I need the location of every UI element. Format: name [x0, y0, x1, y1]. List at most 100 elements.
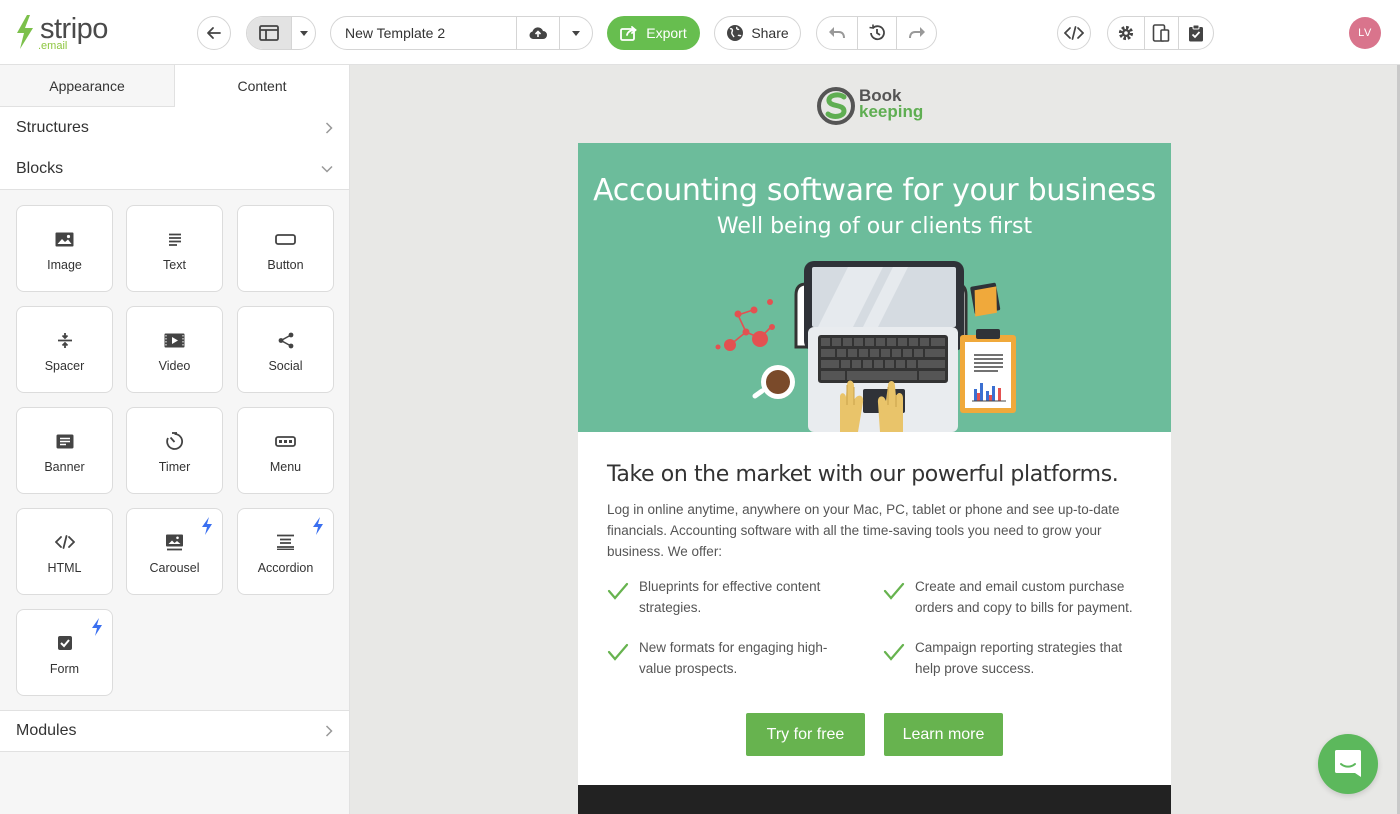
blocks-section[interactable]: Blocks [0, 148, 349, 190]
feature-text: Create and email custom purchase orders … [915, 579, 1133, 615]
share-icon [275, 330, 297, 350]
export-label: Export [646, 25, 687, 41]
devices-icon [1153, 24, 1170, 42]
video-icon [164, 330, 186, 350]
carousel-icon [164, 532, 186, 552]
block-carousel[interactable]: Carousel [126, 508, 223, 595]
brand-line-2: keeping [859, 102, 924, 121]
block-menu[interactable]: Menu [237, 407, 334, 494]
content-heading[interactable]: Take on the market with our powerful pla… [607, 462, 1119, 487]
preview-devices-button[interactable] [1143, 17, 1179, 49]
chevron-right-icon [325, 121, 333, 134]
redo-button[interactable] [896, 17, 936, 49]
email-footer-bar[interactable] [578, 785, 1171, 814]
user-avatar[interactable]: LV [1349, 17, 1381, 49]
menu-icon [275, 431, 297, 451]
block-label: Button [267, 258, 304, 272]
history-icon [869, 24, 885, 41]
save-cloud-button[interactable] [516, 17, 559, 49]
tab-appearance[interactable]: Appearance [0, 65, 175, 107]
block-label: Social [268, 359, 303, 373]
code-icon [1064, 26, 1084, 40]
feature-item[interactable]: Create and email custom purchase orders … [883, 576, 1151, 618]
block-text[interactable]: Text [126, 205, 223, 292]
block-label: Image [47, 258, 82, 272]
modules-label: Modules [16, 722, 77, 739]
amp-lightning-icon [92, 618, 102, 636]
bookkeeping-logo[interactable]: Book keeping [817, 85, 933, 127]
tools-group [1107, 16, 1214, 50]
amp-lightning-icon [313, 517, 323, 535]
top-toolbar: stripo .email Export Share [0, 0, 1400, 65]
timer-icon [164, 431, 186, 451]
gear-icon [1118, 25, 1133, 41]
chat-icon [1335, 750, 1361, 777]
banner-icon [54, 431, 76, 451]
block-timer[interactable]: Timer [126, 407, 223, 494]
checkbox-icon [54, 633, 76, 653]
layout-dropdown-button[interactable] [291, 17, 315, 49]
feature-item[interactable]: Blueprints for effective content strateg… [607, 576, 847, 618]
settings-button[interactable] [1108, 17, 1144, 49]
intro-paragraph[interactable]: Log in online anytime, anywhere on your … [607, 499, 1147, 562]
tab-content[interactable]: Content [175, 65, 349, 107]
layout-view-button[interactable] [247, 17, 292, 49]
block-label: Menu [269, 460, 302, 474]
button-icon [275, 229, 297, 249]
blocks-label: Blocks [16, 159, 64, 177]
amp-lightning-icon [202, 517, 212, 535]
chevron-right-icon [325, 725, 333, 737]
globe-icon [727, 25, 744, 41]
feature-item[interactable]: New formats for engaging high-value pros… [607, 637, 847, 679]
learn-more-button[interactable]: Learn more [884, 713, 1003, 756]
caret-down-icon [299, 30, 308, 36]
stripo-logo[interactable]: stripo .email [14, 12, 124, 54]
structures-section[interactable]: Structures [0, 107, 349, 149]
checkmark-icon [607, 643, 629, 661]
left-panel: Appearance Content Structures Blocks Ima… [0, 65, 350, 814]
block-label: Timer [158, 460, 191, 474]
email-body: Accounting software for your business We… [578, 143, 1171, 814]
logo-suffix: .email [38, 40, 68, 52]
block-label: Text [163, 258, 186, 272]
arrow-left-icon [207, 27, 221, 39]
block-accordion[interactable]: Accordion [237, 508, 334, 595]
undo-button[interactable] [817, 17, 857, 49]
block-spacer[interactable]: Spacer [16, 306, 113, 393]
try-for-free-button[interactable]: Try for free [746, 713, 865, 756]
panel-tabs: Appearance Content [0, 65, 349, 107]
save-dropdown-button[interactable] [558, 17, 592, 49]
support-chat-button[interactable] [1318, 734, 1378, 794]
export-button[interactable]: Export [607, 16, 700, 50]
chevron-down-icon [321, 165, 333, 173]
test-email-button[interactable] [1178, 17, 1213, 49]
template-name-input[interactable] [331, 17, 516, 49]
block-social[interactable]: Social [237, 306, 334, 393]
modules-section[interactable]: Modules [0, 710, 349, 752]
blocks-grid: Image Text Button Spacer Video Social Ba… [0, 190, 349, 710]
block-html[interactable]: HTML [16, 508, 113, 595]
undo-icon [828, 27, 845, 39]
image-icon [54, 229, 76, 249]
block-label: Banner [44, 460, 85, 474]
code-editor-button[interactable] [1057, 16, 1091, 50]
share-button[interactable]: Share [714, 16, 801, 50]
checkmark-icon [883, 643, 905, 661]
feature-text: Blueprints for effective content strateg… [639, 579, 821, 615]
version-history-button[interactable] [856, 17, 897, 49]
share-label: Share [751, 25, 789, 41]
block-video[interactable]: Video [126, 306, 223, 393]
cloud-upload-icon [529, 27, 547, 39]
block-form[interactable]: Form [16, 609, 113, 696]
redo-icon [908, 27, 925, 39]
layout-toggle[interactable] [246, 16, 316, 50]
block-label: HTML [47, 561, 82, 575]
hero-banner[interactable]: Accounting software for your business We… [578, 143, 1171, 432]
block-banner[interactable]: Banner [16, 407, 113, 494]
feature-item[interactable]: Campaign reporting strategies that help … [883, 637, 1151, 679]
block-button[interactable]: Button [237, 205, 334, 292]
back-button[interactable] [197, 16, 231, 50]
feature-text: Campaign reporting strategies that help … [915, 640, 1123, 676]
block-image[interactable]: Image [16, 205, 113, 292]
block-label: Spacer [44, 359, 85, 373]
